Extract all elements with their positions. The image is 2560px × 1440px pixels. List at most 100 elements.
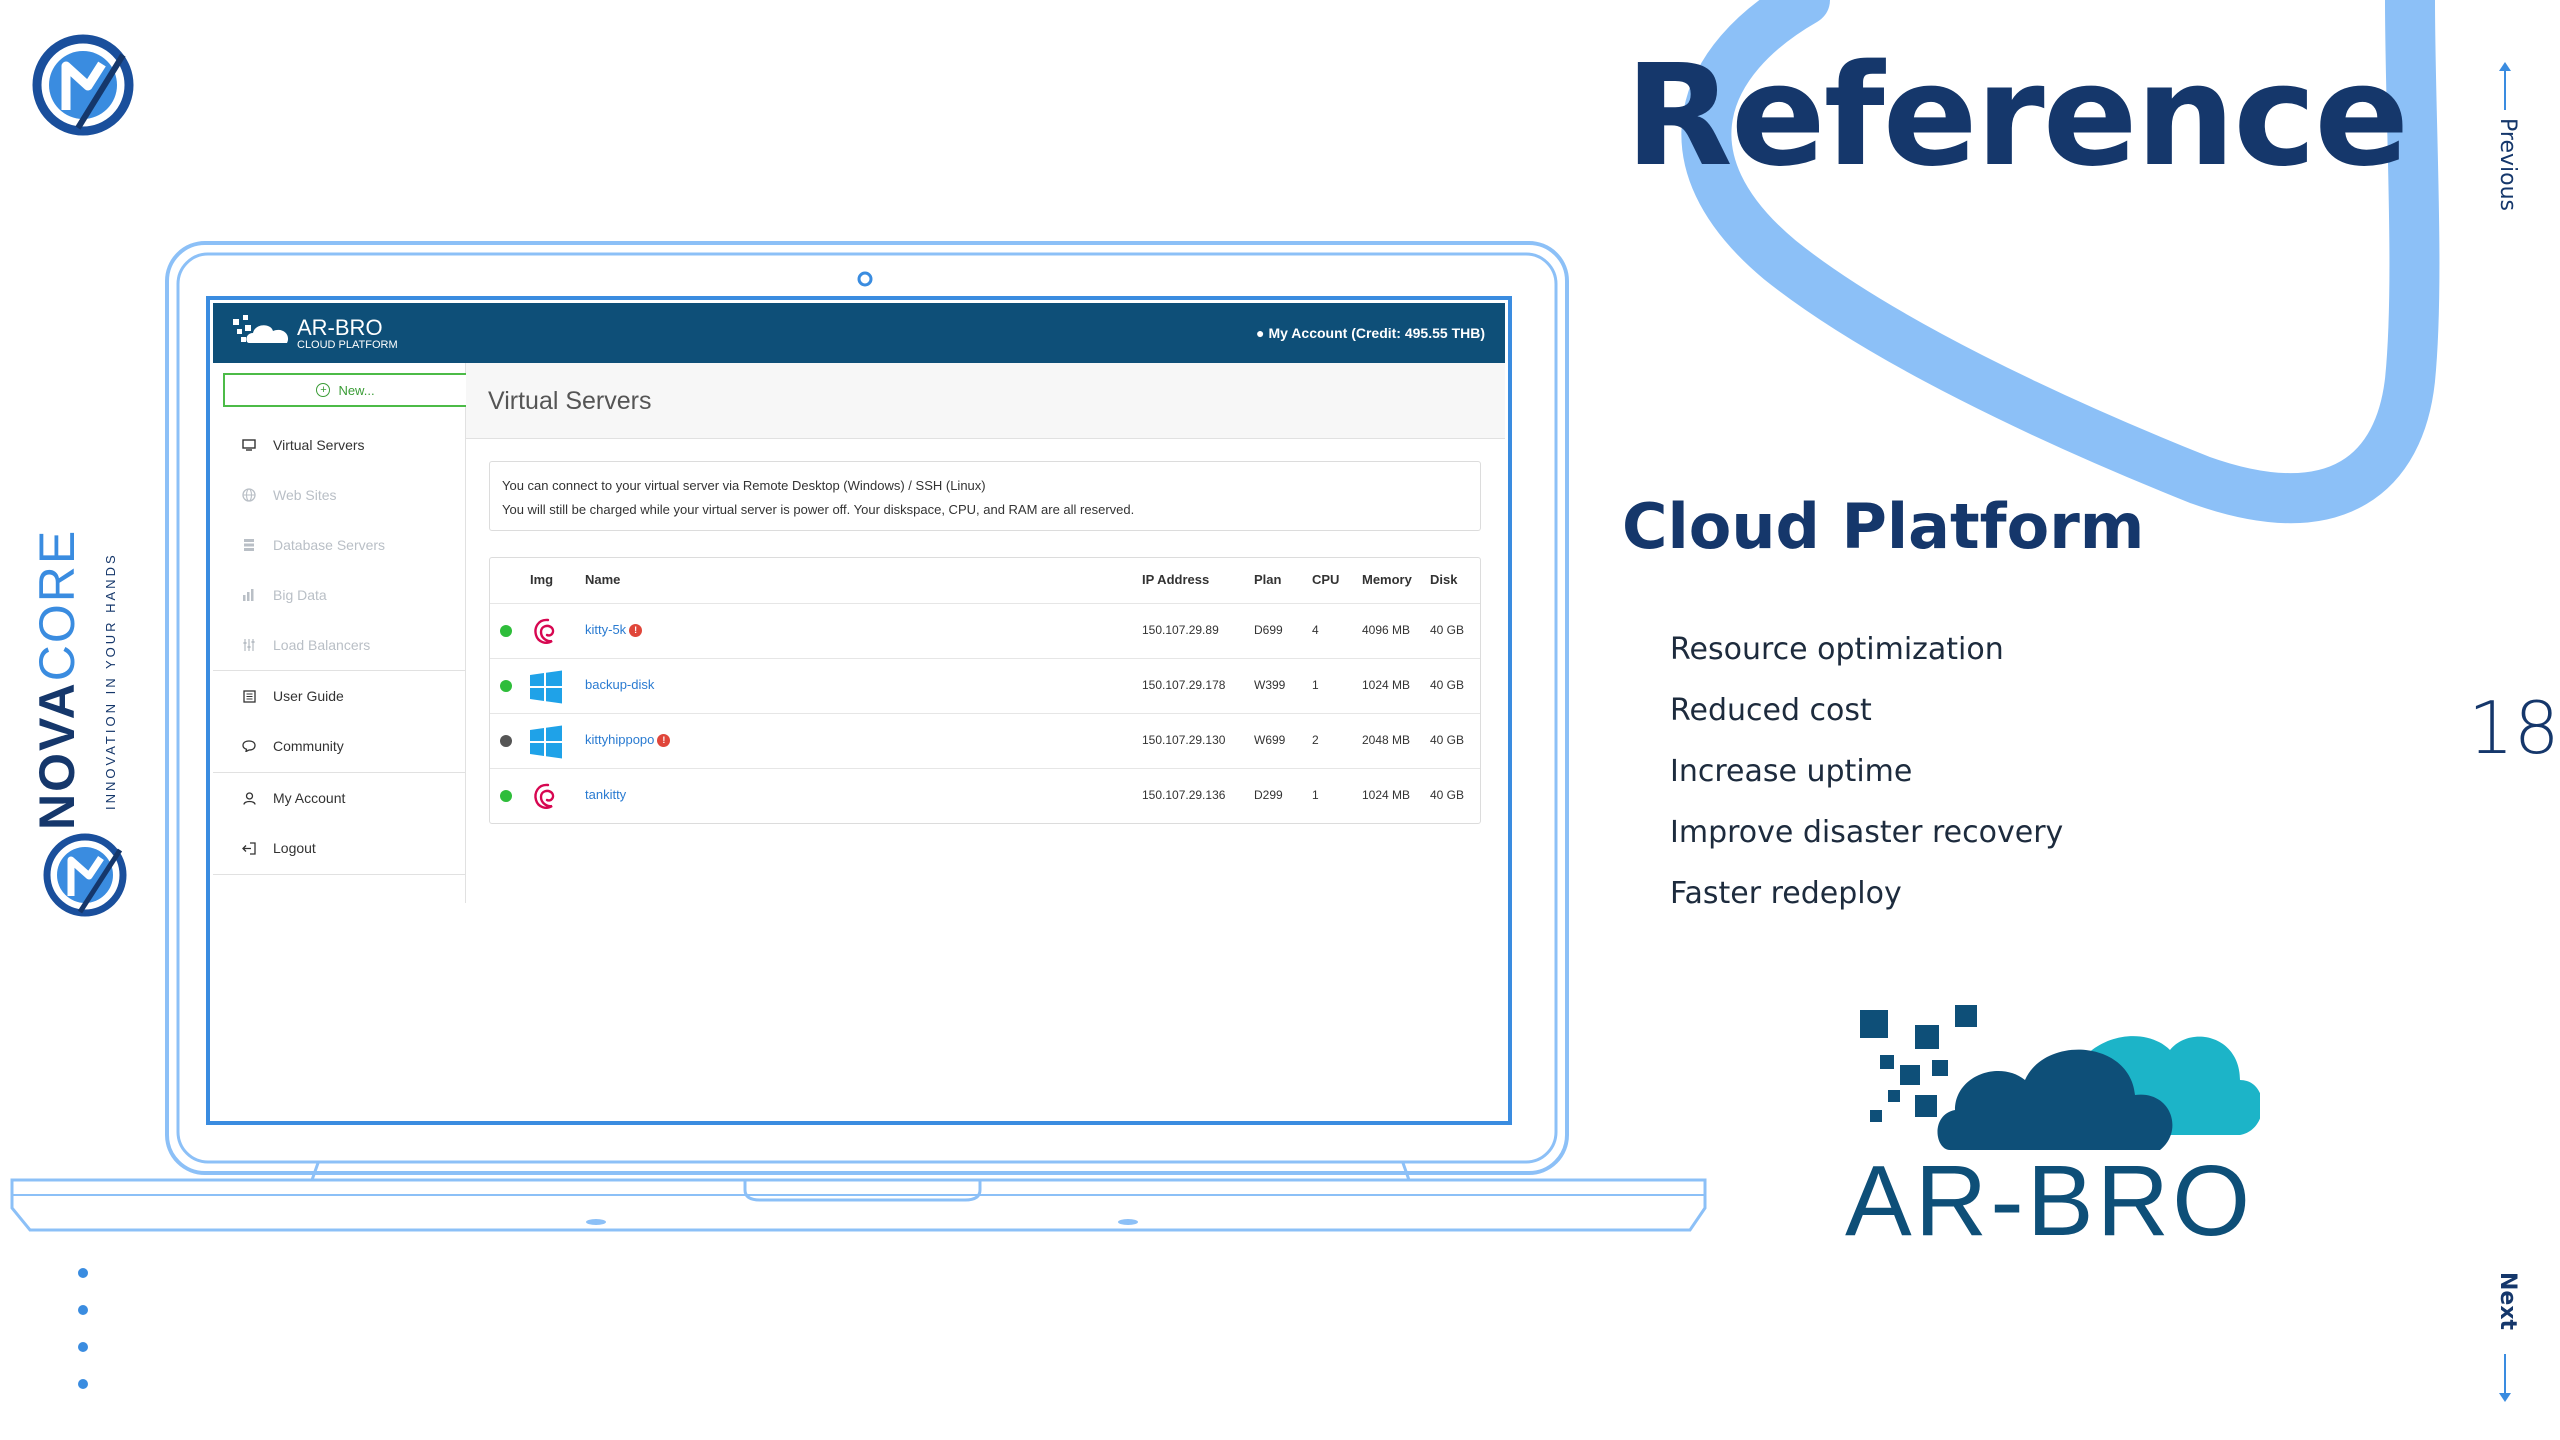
cell-memory: 4096 MB bbox=[1362, 623, 1411, 637]
table-row[interactable]: kitty-5k! 150.107.29.89 D699 4 4096 MB 4… bbox=[490, 603, 1480, 658]
sidebar-item-big-data[interactable]: Big Data bbox=[213, 570, 466, 620]
col-header-disk[interactable]: Disk bbox=[1430, 572, 1457, 587]
windows-icon bbox=[530, 670, 562, 704]
slide-title: Reference bbox=[1625, 35, 2409, 198]
app-brand-logo[interactable]: AR-BRO CLOUD PLATFORM bbox=[231, 311, 461, 355]
sidebar-item-database-servers[interactable]: Database Servers bbox=[213, 520, 466, 570]
sidebar-item-user-guide[interactable]: User Guide bbox=[213, 671, 466, 721]
info-notice: You can connect to your virtual server v… bbox=[489, 461, 1481, 531]
debian-icon bbox=[534, 618, 555, 644]
plus-circle-icon: + bbox=[316, 383, 331, 397]
cell-disk: 40 GB bbox=[1430, 678, 1465, 692]
sidebar-item-virtual-servers[interactable]: Virtual Servers bbox=[213, 420, 466, 470]
user-icon: ● bbox=[1256, 325, 1265, 341]
arrow-up-icon bbox=[2499, 62, 2511, 110]
slide: NOVACORE INNOVATION IN YOUR HANDS Refere… bbox=[0, 0, 2560, 1440]
status-dot bbox=[500, 735, 512, 747]
new-button[interactable]: + New... bbox=[223, 373, 468, 407]
notice-line: You can connect to your virtual server v… bbox=[502, 478, 986, 493]
arbro-logo-text: AR-BRO bbox=[1845, 1145, 2250, 1250]
sidebar-item-community[interactable]: Community bbox=[213, 721, 466, 771]
sidebar-item-label: User Guide bbox=[273, 688, 344, 704]
feature-item: Increase uptime bbox=[1670, 754, 1913, 789]
sidebar-item-label: Community bbox=[273, 738, 344, 754]
cell-plan: W399 bbox=[1254, 678, 1286, 692]
next-button[interactable]: Next bbox=[2490, 1270, 2520, 1402]
pager-dot[interactable] bbox=[78, 1379, 88, 1389]
sliders-icon bbox=[241, 638, 257, 652]
sidebar-item-label: Logout bbox=[273, 840, 316, 856]
sidebar-item-label: Load Balancers bbox=[273, 637, 371, 653]
sidebar-item-label: My Account bbox=[273, 790, 346, 806]
page-title: Virtual Servers bbox=[488, 387, 652, 415]
feature-item: Resource optimization bbox=[1670, 632, 2004, 667]
table-row[interactable]: kittyhippopo! 150.107.29.130 W699 2 2048… bbox=[490, 713, 1480, 768]
col-header-memory[interactable]: Memory bbox=[1362, 572, 1412, 587]
status-dot bbox=[500, 790, 512, 802]
cell-plan: D699 bbox=[1254, 623, 1283, 637]
feature-list: Resource optimization Reduced cost Incre… bbox=[1670, 632, 2063, 937]
cell-cpu: 1 bbox=[1312, 788, 1319, 802]
sidebar-item-label: Database Servers bbox=[273, 537, 386, 553]
app-topbar: AR-BRO CLOUD PLATFORM ● My Account (Credi… bbox=[213, 303, 1505, 363]
sidebar-item-label: Big Data bbox=[273, 587, 327, 603]
arbro-logo: AR-BRO bbox=[1845, 1005, 2260, 1250]
my-account-link[interactable]: ● My Account (Credit: 495.55 THB) bbox=[1256, 325, 1485, 341]
table-row[interactable]: backup-disk 150.107.29.178 W399 1 1024 M… bbox=[490, 658, 1480, 713]
col-header-plan[interactable]: Plan bbox=[1254, 572, 1281, 587]
feature-item: Improve disaster recovery bbox=[1670, 815, 2064, 850]
cell-disk: 40 GB bbox=[1430, 623, 1465, 637]
pager-dot[interactable] bbox=[78, 1305, 88, 1315]
status-dot bbox=[500, 680, 512, 692]
cell-disk: 40 GB bbox=[1430, 733, 1465, 747]
sidebar-item-logout[interactable]: Logout bbox=[213, 823, 466, 873]
server-name-link[interactable]: kittyhippopo! bbox=[585, 732, 671, 748]
bar-chart-icon bbox=[241, 588, 257, 602]
server-name-link[interactable]: kitty-5k! bbox=[585, 622, 643, 638]
cell-memory: 1024 MB bbox=[1362, 678, 1411, 692]
pager-dot[interactable] bbox=[78, 1342, 88, 1352]
server-name: tankitty bbox=[585, 787, 627, 802]
feature-item: Faster redeploy bbox=[1670, 876, 1902, 911]
cell-ip: 150.107.29.178 bbox=[1142, 678, 1226, 692]
page-number: 18 bbox=[2468, 686, 2560, 770]
status-dot bbox=[500, 625, 512, 637]
server-name: kitty-5k bbox=[585, 622, 627, 637]
col-header-cpu[interactable]: CPU bbox=[1312, 572, 1339, 587]
sidebar-item-label: Virtual Servers bbox=[273, 437, 365, 453]
pager-dot[interactable] bbox=[78, 1268, 88, 1278]
novacore-logo-icon bbox=[32, 34, 134, 136]
next-label: Next bbox=[2495, 1272, 2520, 1331]
sidebar-item-my-account[interactable]: My Account bbox=[213, 773, 466, 823]
cell-ip: 150.107.29.136 bbox=[1142, 788, 1226, 802]
monitor-icon bbox=[241, 438, 257, 452]
globe-icon bbox=[241, 488, 257, 502]
new-button-label: New... bbox=[338, 382, 375, 398]
col-header-name[interactable]: Name bbox=[585, 572, 620, 587]
previous-button[interactable]: Previous bbox=[2490, 62, 2520, 232]
feature-item: Reduced cost bbox=[1670, 693, 1872, 728]
server-name: kittyhippopo bbox=[585, 732, 655, 747]
cell-cpu: 4 bbox=[1312, 623, 1319, 637]
col-header-ip[interactable]: IP Address bbox=[1142, 572, 1209, 587]
sidebar-divider bbox=[213, 874, 466, 875]
cell-disk: 40 GB bbox=[1430, 788, 1465, 802]
server-name-link[interactable]: backup-disk bbox=[585, 677, 654, 692]
database-icon bbox=[241, 538, 257, 552]
warning-icon: ! bbox=[629, 624, 643, 638]
book-icon bbox=[241, 689, 257, 703]
cell-cpu: 1 bbox=[1312, 678, 1319, 692]
app-brand-name: AR-BRO bbox=[297, 315, 383, 340]
cell-ip: 150.107.29.130 bbox=[1142, 733, 1226, 747]
sidebar-item-load-balancers[interactable]: Load Balancers bbox=[213, 620, 466, 670]
table-row[interactable]: tankitty 150.107.29.136 D299 1 1024 MB 4… bbox=[490, 768, 1480, 823]
col-header-img: Img bbox=[530, 572, 554, 587]
cell-memory: 2048 MB bbox=[1362, 733, 1411, 747]
windows-icon bbox=[530, 725, 562, 759]
content-header: Virtual Servers bbox=[466, 363, 1505, 439]
sidebar-item-web-sites[interactable]: Web Sites bbox=[213, 470, 466, 520]
app-screen: AR-BRO CLOUD PLATFORM ● My Account (Credi… bbox=[213, 303, 1505, 1118]
debian-icon bbox=[534, 783, 555, 809]
cell-ip: 150.107.29.89 bbox=[1142, 623, 1219, 637]
server-name-link[interactable]: tankitty bbox=[585, 787, 626, 802]
